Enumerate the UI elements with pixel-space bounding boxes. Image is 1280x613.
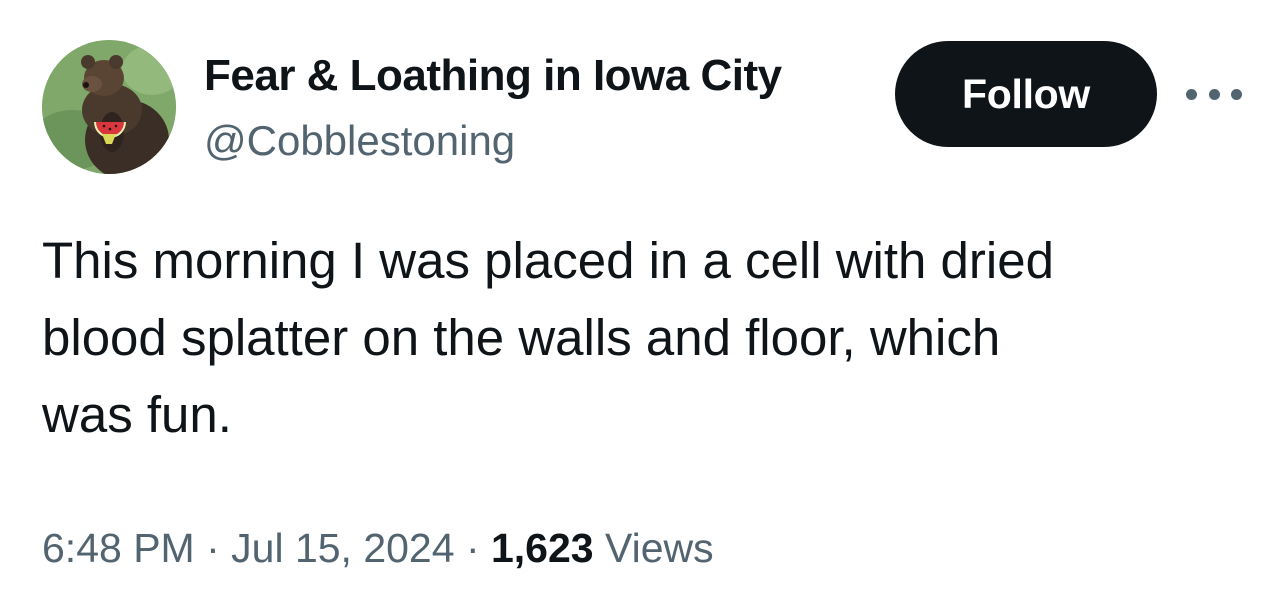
- tweet-time[interactable]: 6:48 PM: [42, 525, 195, 571]
- author-display-name[interactable]: Fear & Loathing in Iowa City: [204, 50, 782, 102]
- meta-separator: ·: [194, 525, 232, 571]
- more-dot: [1231, 88, 1242, 100]
- more-dot: [1186, 88, 1197, 100]
- more-dot: [1208, 88, 1220, 100]
- avatar[interactable]: [42, 40, 176, 174]
- author-handle[interactable]: @Cobblestoning: [204, 115, 515, 167]
- tweet-date[interactable]: Jul 15, 2024: [231, 525, 454, 571]
- tweet-card: Fear & Loathing in Iowa City @Cobbleston…: [0, 0, 1280, 613]
- meta-separator: ·: [454, 525, 491, 571]
- more-horizontal-icon[interactable]: [1186, 84, 1242, 104]
- bear-with-watermelon-avatar-icon: [42, 40, 176, 174]
- tweet-meta: 6:48 PM · Jul 15, 2024 · 1,623 Views: [42, 520, 714, 576]
- follow-button[interactable]: Follow: [895, 41, 1157, 147]
- views-count: 1,623: [490, 525, 594, 571]
- tweet-text: This morning I was placed in a cell with…: [42, 232, 1054, 443]
- views-label: Views: [593, 525, 714, 571]
